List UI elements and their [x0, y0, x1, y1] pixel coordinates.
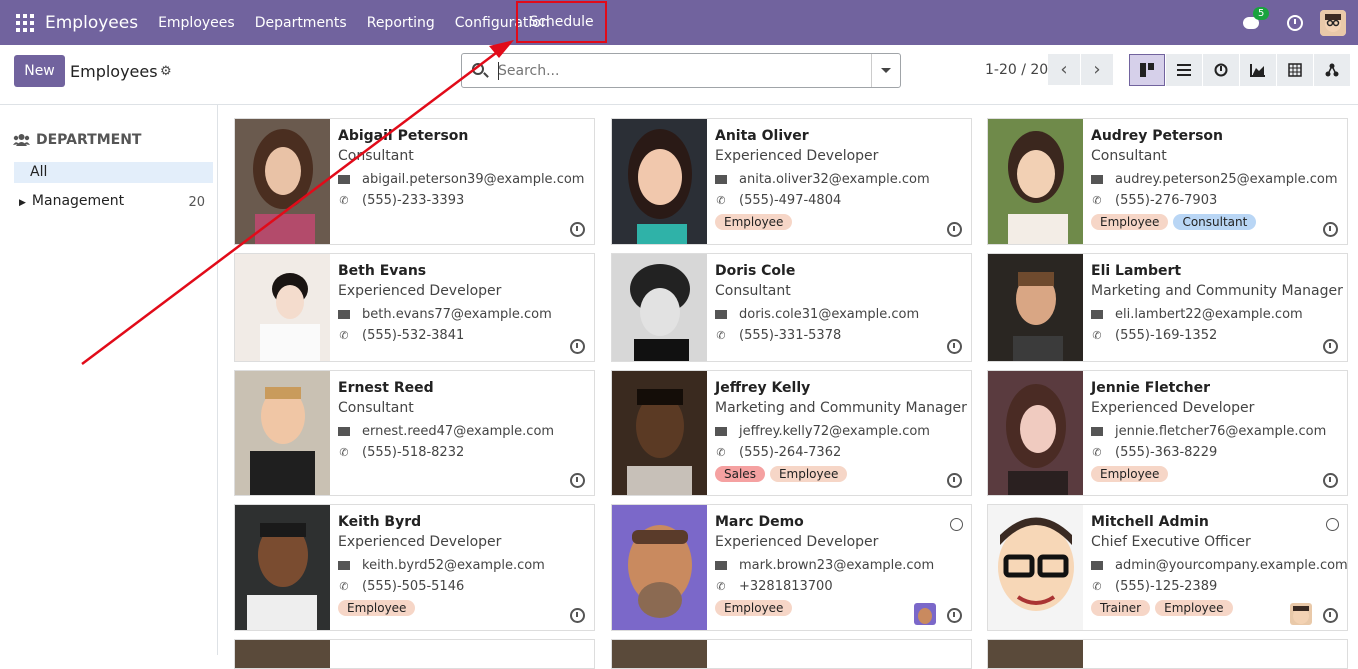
annotation-arrow: [81, 40, 514, 365]
